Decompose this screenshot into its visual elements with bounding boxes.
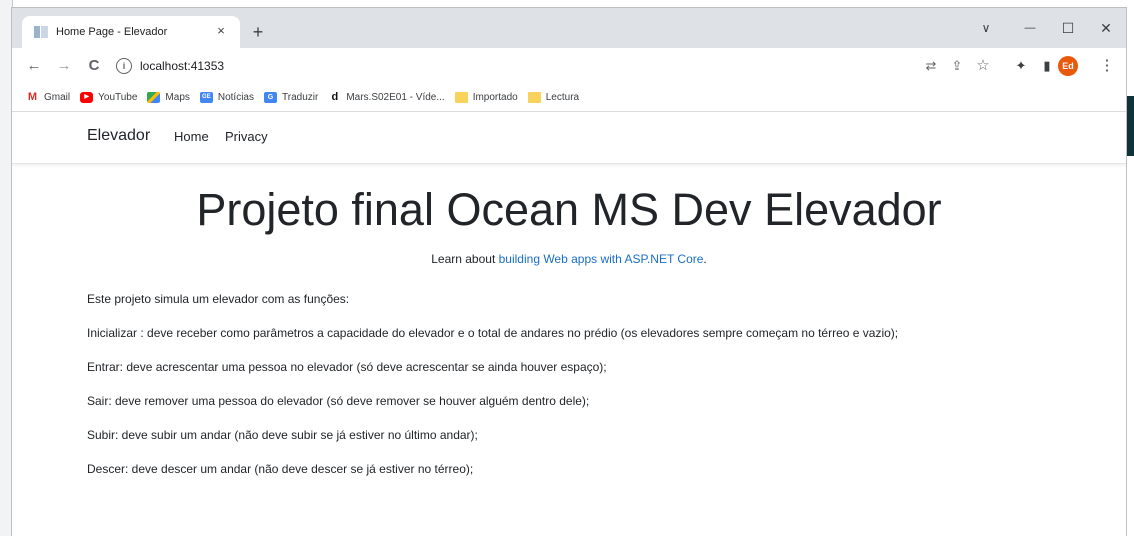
function-inicializar: Inicializar : deve receber como parâmetr… (87, 326, 899, 340)
url-text[interactable]: localhost:41353 (140, 59, 224, 73)
forward-button[interactable]: → (54, 56, 74, 76)
bookmark-star-icon[interactable]: ☆ (974, 57, 992, 75)
background-app-fragment (1126, 96, 1134, 156)
maximize-button[interactable]: ☐ (1054, 16, 1082, 40)
d-icon: d (331, 91, 339, 103)
back-button[interactable]: ← (24, 56, 44, 76)
site-navbar: Elevador Home Privacy (12, 112, 1126, 164)
page-favicon-icon (34, 25, 48, 39)
youtube-icon: ▶ (80, 92, 94, 103)
bookmarks-bar: M Gmail ▶ YouTube Maps GE Notícias G Traduzi… (12, 84, 1126, 112)
side-panel-icon[interactable]: ▮ (1038, 57, 1056, 75)
bookmark-youtube[interactable]: ▶ YouTube (80, 92, 137, 103)
tab-search-dropdown-icon[interactable]: ∨ (972, 16, 1000, 40)
new-tab-button[interactable]: + (248, 22, 268, 42)
tab-close-icon[interactable]: × (212, 22, 230, 40)
bookmark-maps[interactable]: Maps (147, 92, 190, 103)
title-bar: Home Page - Elevador × + ∨ — ☐ ✕ (12, 8, 1126, 48)
bookmark-mars[interactable]: d Mars.S02E01 - Víde... (328, 91, 444, 104)
gmail-icon: M (27, 91, 38, 103)
profile-avatar[interactable]: Ed (1058, 56, 1078, 76)
browser-tab-active[interactable]: Home Page - Elevador × (22, 16, 240, 48)
tab-title: Home Page - Elevador (56, 26, 168, 38)
bookmark-gmail[interactable]: M Gmail (26, 91, 70, 104)
site-brand-link[interactable]: Elevador (87, 127, 150, 145)
address-bar[interactable]: i localhost:41353 (116, 53, 996, 79)
maps-icon (147, 92, 161, 103)
chrome-menu-icon[interactable]: ⋮ (1098, 57, 1116, 75)
address-toolbar: ← → C i localhost:41353 ⇄ ⇪ ☆ ✦ ▮ ⋮ (12, 48, 1126, 84)
translate-page-icon[interactable]: ⇄ (922, 57, 940, 75)
folder-icon (454, 92, 468, 103)
background-window-edge-right (1126, 0, 1134, 536)
share-icon[interactable]: ⇪ (948, 57, 966, 75)
nav-link-privacy[interactable]: Privacy (225, 129, 268, 144)
bookmark-noticias[interactable]: GE Notícias (199, 92, 254, 103)
news-icon: GE (199, 92, 213, 103)
bookmark-traduzir[interactable]: G Traduzir (264, 92, 318, 103)
bookmark-folder-importado[interactable]: Importado (454, 92, 518, 103)
function-descer: Descer: deve descer um andar (não deve d… (87, 462, 474, 476)
function-entrar: Entrar: deve acrescentar uma pessoa no e… (87, 360, 607, 374)
aspnet-docs-link[interactable]: building Web apps with ASP.NET Core (499, 252, 704, 266)
nav-link-home[interactable]: Home (174, 129, 209, 144)
site-info-icon[interactable]: i (116, 58, 132, 74)
minimize-button[interactable]: — (1016, 16, 1044, 40)
browser-window: Home Page - Elevador × + ∨ — ☐ ✕ ← → C i… (12, 8, 1126, 536)
reload-button[interactable]: C (84, 56, 104, 76)
function-sair: Sair: deve remover uma pessoa do elevado… (87, 394, 590, 408)
page-title: Projeto final Ocean MS Dev Elevador (196, 184, 942, 235)
function-subir: Subir: deve subir um andar (não deve sub… (87, 428, 478, 442)
page-content: Elevador Home Privacy Projeto final Ocea… (12, 112, 1126, 536)
extensions-icon[interactable]: ✦ (1012, 57, 1030, 75)
close-window-button[interactable]: ✕ (1092, 16, 1120, 40)
learn-about-line: Learn about building Web apps with ASP.N… (431, 252, 707, 266)
bookmark-folder-lectura[interactable]: Lectura (527, 92, 579, 103)
folder-icon (527, 92, 541, 103)
intro-paragraph: Este projeto simula um elevador com as f… (87, 292, 350, 306)
translate-icon: G (264, 92, 277, 103)
